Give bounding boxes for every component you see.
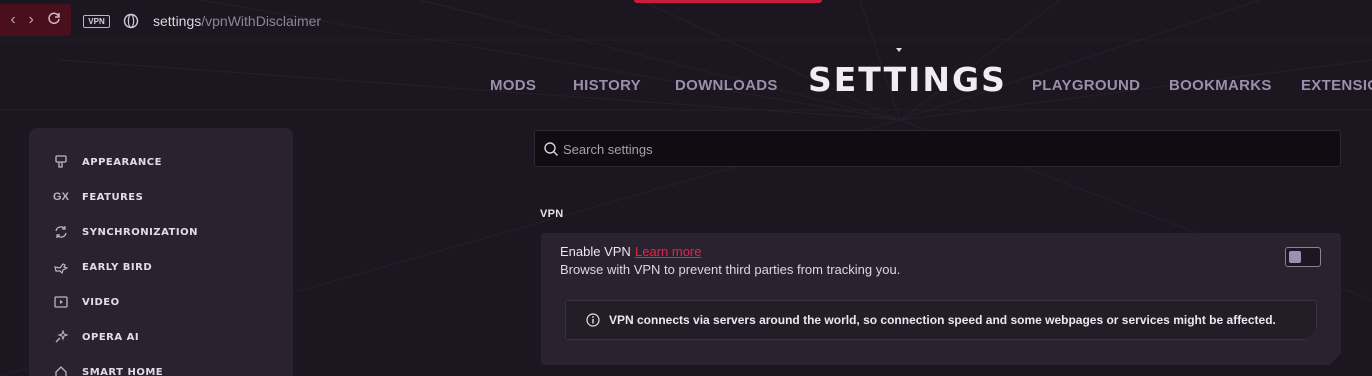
search-icon [543,141,559,162]
top-accent-bar [634,0,822,3]
section-title-vpn: VPN [540,208,564,220]
sidebar-item-early-bird[interactable]: EARLY BIRD [53,257,152,277]
tab-history[interactable]: HISTORY [573,77,641,94]
vpn-toggle[interactable] [1285,247,1321,267]
sidebar-item-features[interactable]: GX FEATURES [53,187,143,207]
sidebar-item-synchronization[interactable]: SYNCHRONIZATION [53,222,198,242]
settings-search [534,130,1341,167]
tab-downloads[interactable]: DOWNLOADS [675,77,778,94]
navigation-controls: ‹ › [0,4,71,36]
sidebar-item-video[interactable]: VIDEO [53,292,120,312]
sidebar-item-appearance[interactable]: APPEARANCE [53,152,162,172]
address-path: /vpnWithDisclaimer [201,13,322,29]
brush-icon [53,154,69,170]
vpn-disclaimer-text: VPN connects via servers around the worl… [609,313,1276,327]
learn-more-link[interactable]: Learn more [635,244,701,259]
tab-mods[interactable]: MODS [490,77,536,94]
search-input[interactable] [563,139,1323,159]
sidebar-item-label: SMART HOME [82,366,164,376]
sidebar-item-label: APPEARANCE [82,156,162,168]
back-icon[interactable]: ‹ [10,11,15,29]
info-icon [586,313,600,332]
sidebar-item-label: FEATURES [82,191,144,203]
forward-icon[interactable]: › [29,11,34,29]
vpn-disclaimer-notice: VPN connects via servers around the worl… [565,300,1317,340]
home-icon [53,364,69,376]
gx-icon: GX [53,191,69,203]
sparkle-icon [53,329,69,345]
tab-playground[interactable]: PLAYGROUND [1032,77,1140,94]
reload-icon[interactable] [47,11,61,30]
video-icon [53,294,69,310]
enable-vpn-label: Enable VPN [560,244,631,259]
tab-extensions[interactable]: EXTENSIO [1301,77,1372,94]
toggle-knob [1289,251,1301,263]
sidebar-item-opera-ai[interactable]: OPERA AI [53,327,139,347]
vpn-badge[interactable]: VPN [83,15,110,28]
vpn-settings-card: Enable VPN Learn more Browse with VPN to… [541,233,1341,365]
sidebar-item-label: SYNCHRONIZATION [82,226,198,238]
tab-settings[interactable]: SETTINGS [808,60,1007,99]
sidebar-item-smart-home[interactable]: SMART HOME [53,362,163,376]
active-tab-indicator [896,48,902,52]
tab-bookmarks[interactable]: BOOKMARKS [1169,77,1272,94]
sync-icon [53,224,69,240]
bird-icon [53,259,69,275]
sidebar-item-label: EARLY BIRD [82,261,153,273]
address-host: settings [153,13,202,29]
address-bar[interactable]: settings/vpnWithDisclaimer [153,13,321,29]
vpn-description: Browse with VPN to prevent third parties… [560,262,901,277]
settings-sidebar: APPEARANCE GX FEATURES SYNCHRONIZATION E… [29,128,293,376]
site-info-icon[interactable] [123,13,139,34]
sidebar-item-label: OPERA AI [82,331,140,343]
sidebar-item-label: VIDEO [82,296,120,308]
settings-nav-tabs: MODS HISTORY DOWNLOADS SETTINGS PLAYGROU… [0,60,1372,104]
